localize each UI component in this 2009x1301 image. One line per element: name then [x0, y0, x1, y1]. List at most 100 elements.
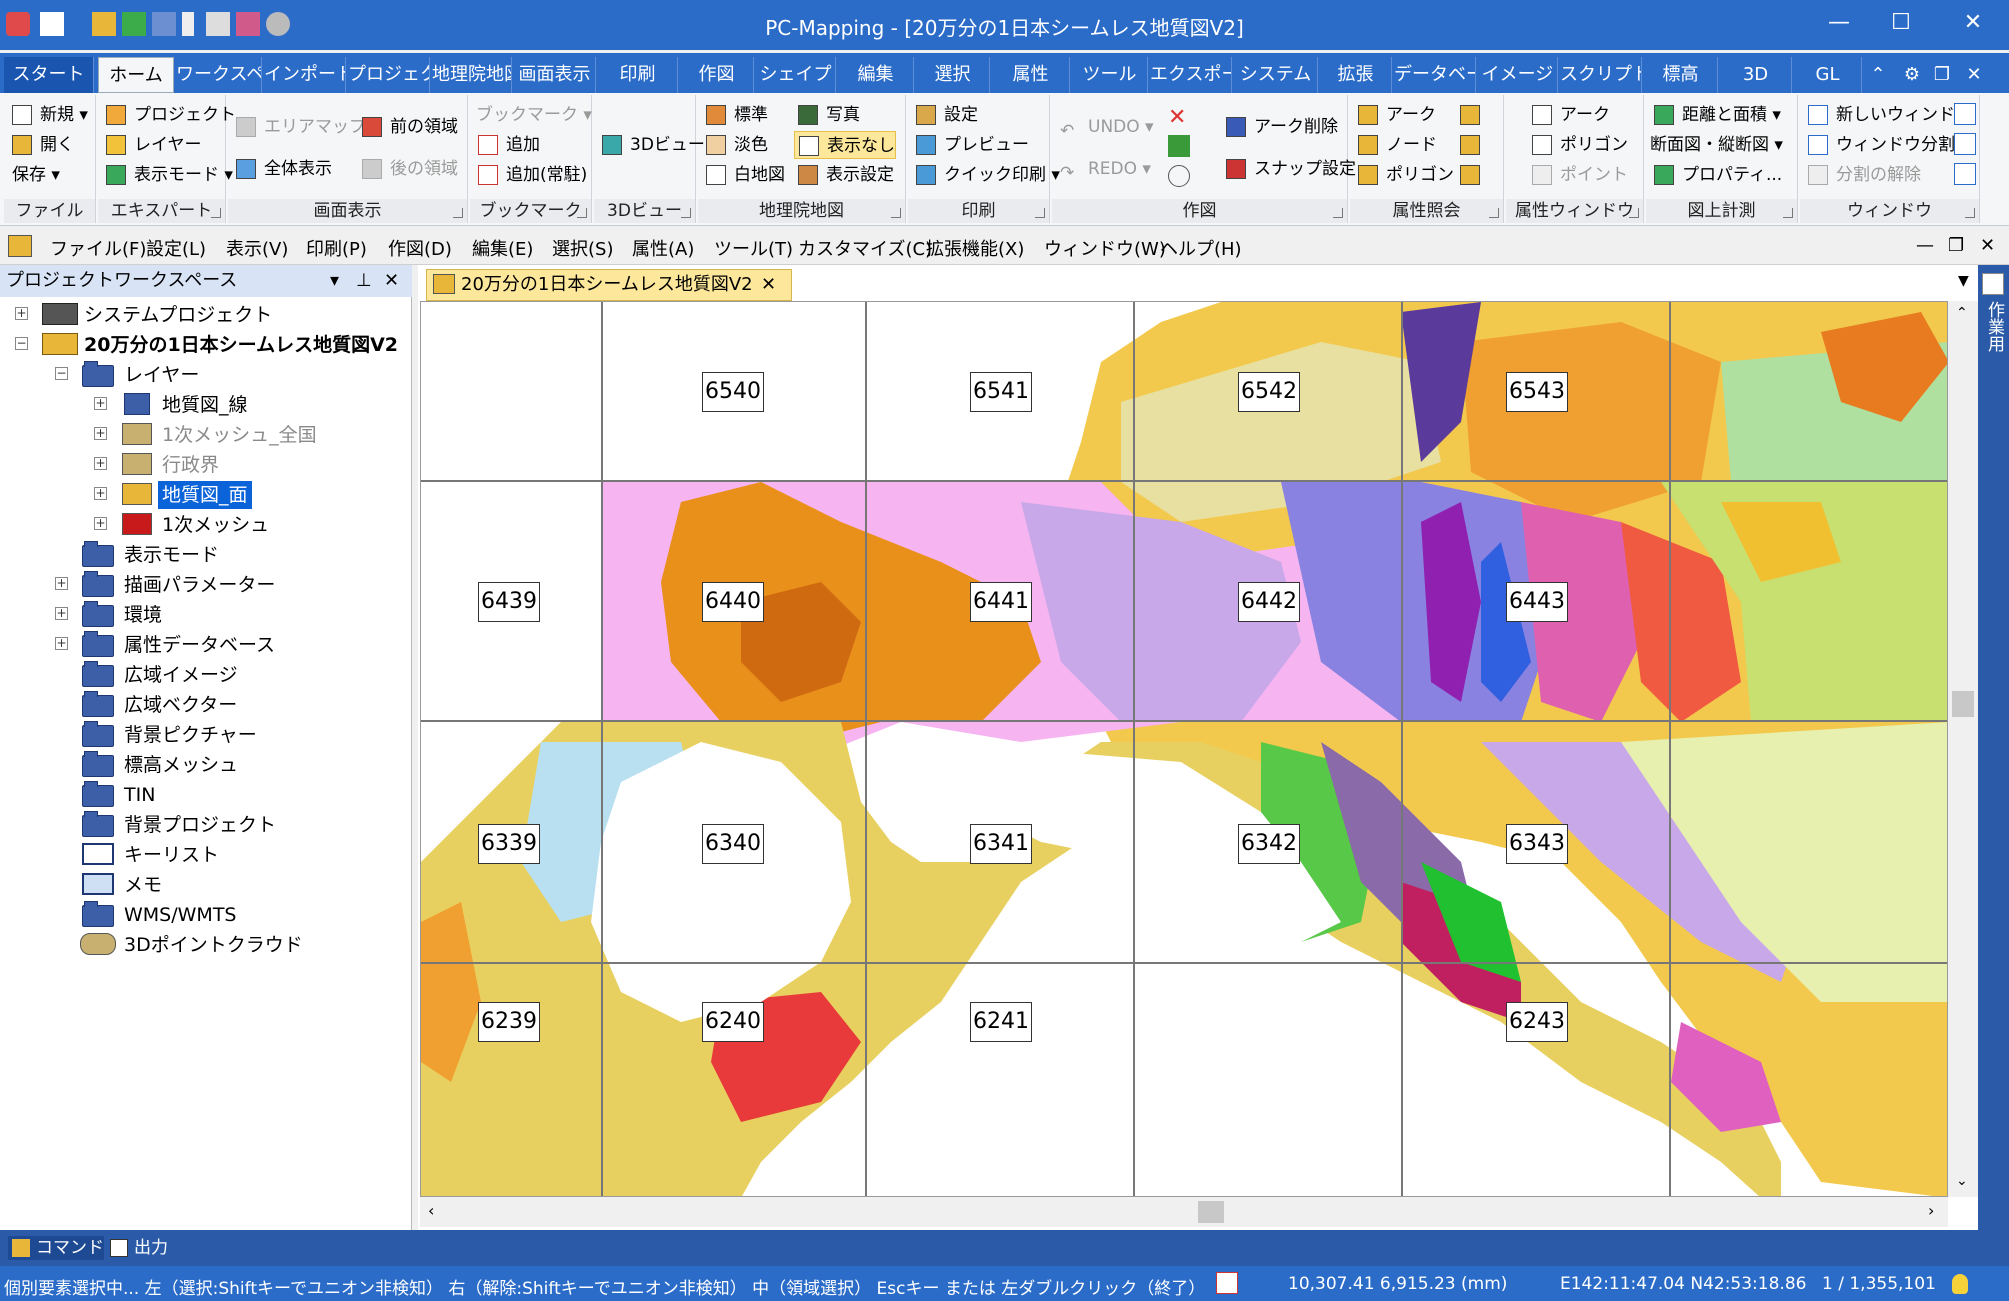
tab-tools[interactable]: ツール: [1072, 57, 1148, 93]
output-tab[interactable]: 出力: [106, 1236, 168, 1260]
scroll-right-icon[interactable]: ›: [1928, 1201, 1934, 1220]
menu-draw[interactable]: 作図(D): [388, 235, 452, 261]
tree-expand-icon[interactable]: +: [55, 637, 68, 650]
project-button[interactable]: プロジェクト: [102, 101, 236, 129]
document-tab-close-icon[interactable]: ✕: [761, 270, 776, 300]
minimize-button[interactable]: —: [1808, 0, 1870, 46]
tree-memo[interactable]: メモ: [124, 871, 162, 899]
tree-collapse-icon[interactable]: −: [55, 367, 68, 380]
tab-view[interactable]: 画面表示: [514, 57, 596, 93]
tab-database[interactable]: データベース: [1394, 57, 1476, 93]
maximize-button[interactable]: ☐: [1870, 0, 1932, 46]
gsi-blank-button[interactable]: 白地図: [702, 161, 785, 189]
unsplit-window-button[interactable]: 分割の解除: [1804, 161, 1921, 189]
menu-tools[interactable]: ツール(T): [714, 235, 793, 261]
attrwin-point-button[interactable]: ポイント: [1528, 161, 1628, 189]
tab-select[interactable]: 選択: [916, 57, 990, 93]
tab-extension[interactable]: 拡張: [1320, 57, 1392, 93]
tab-home[interactable]: ホーム: [98, 57, 174, 93]
property-button[interactable]: プロパティ...: [1650, 161, 1782, 189]
tree-key-list[interactable]: キーリスト: [124, 841, 219, 869]
print-setup-button[interactable]: 設定: [912, 101, 978, 129]
tab-project[interactable]: プロジェクト: [348, 57, 430, 93]
add-bookmark-button[interactable]: 追加: [474, 131, 540, 159]
menu-view[interactable]: 表示(V): [226, 235, 288, 261]
undo-button[interactable]: ↶ UNDO ▾: [1056, 113, 1154, 141]
tree-folder-bg-picture[interactable]: 背景ピクチャー: [124, 721, 257, 749]
tree-folder-environment[interactable]: 環境: [124, 601, 162, 629]
tree-folder-wide-vector[interactable]: 広域ベクター: [124, 691, 237, 719]
gsi-photo-button[interactable]: 写真: [794, 101, 860, 129]
tab-3d[interactable]: 3D: [1720, 57, 1792, 93]
scroll-down-icon[interactable]: ⌄: [1956, 1173, 1968, 1189]
arc-delete-button[interactable]: アーク削除: [1222, 113, 1338, 141]
gsi-none-button[interactable]: 表示なし: [794, 131, 896, 159]
tree-expand-icon[interactable]: +: [94, 457, 107, 470]
query-list-icon[interactable]: [1460, 135, 1480, 155]
document-tab[interactable]: 20万分の1日本シームレス地質図V2 ✕: [426, 269, 792, 301]
tab-start[interactable]: スタート: [4, 57, 94, 93]
scroll-left-icon[interactable]: ‹: [428, 1201, 434, 1220]
panel-close-icon[interactable]: ✕: [384, 265, 399, 297]
tab-edit[interactable]: 編集: [838, 57, 914, 93]
query-arc-button[interactable]: アーク: [1354, 101, 1436, 129]
tab-attribute[interactable]: 属性: [992, 57, 1070, 93]
point-tool-icon[interactable]: [1168, 165, 1190, 187]
tree-layer-geology-polygon[interactable]: 地質図_面: [158, 481, 252, 509]
dialog-launcher-icon[interactable]: [211, 208, 221, 218]
save-button[interactable]: 保存 ▾: [0, 161, 60, 189]
tree-folder-display-mode[interactable]: 表示モード: [124, 541, 219, 569]
tree-expand-icon[interactable]: +: [94, 427, 107, 440]
gsi-pale-button[interactable]: 淡色: [702, 131, 768, 159]
open-button[interactable]: 開く: [8, 131, 74, 159]
restore-doc-icon[interactable]: ❐: [1930, 57, 1954, 93]
dialog-launcher-icon[interactable]: [1965, 208, 1975, 218]
tree-collapse-icon[interactable]: −: [15, 337, 28, 350]
tree-folder-wide-image[interactable]: 広域イメージ: [124, 661, 238, 689]
tab-image[interactable]: イメージ: [1478, 57, 1558, 93]
query-node-button[interactable]: ノード: [1354, 131, 1437, 159]
vertical-scrollbar[interactable]: ⌃ ⌄: [1948, 301, 1978, 1197]
new-button[interactable]: 新規 ▾: [8, 101, 88, 129]
dialog-launcher-icon[interactable]: [1629, 208, 1639, 218]
tree-folder-elevation-mesh[interactable]: 標高メッシュ: [124, 751, 238, 779]
tab-list-icon[interactable]: ▼: [1958, 273, 1969, 289]
cross-section-button[interactable]: 断面図・縦断図 ▾: [1618, 131, 1783, 159]
scroll-up-icon[interactable]: ⌃: [1956, 305, 1968, 321]
menu-file[interactable]: ファイル(F): [50, 235, 146, 261]
quick-print-button[interactable]: クイック印刷 ▾: [912, 161, 1060, 189]
doc-restore-button[interactable]: ❐: [1948, 235, 1964, 256]
tree-layer-mesh[interactable]: 1次メッシュ: [162, 511, 269, 539]
lightbulb-icon[interactable]: [1952, 1274, 1968, 1294]
dialog-launcher-icon[interactable]: [453, 208, 463, 218]
tab-script[interactable]: スクリプト: [1560, 57, 1642, 93]
3dview-button[interactable]: 3Dビュー: [598, 131, 705, 159]
print-preview-button[interactable]: プレビュー: [912, 131, 1029, 159]
dialog-launcher-icon[interactable]: [891, 208, 901, 218]
tab-export[interactable]: エクスポート: [1150, 57, 1232, 93]
tab-system[interactable]: システム: [1234, 57, 1318, 93]
map-canvas[interactable]: 6540 6541 6542 6543 6439 6440 6441 6442 …: [420, 301, 1948, 1197]
tab-gsi[interactable]: 地理院地図: [432, 57, 512, 93]
tree-folder-tin[interactable]: TIN: [124, 781, 155, 809]
tab-elevation[interactable]: 標高: [1644, 57, 1718, 93]
tree-layer-admin-boundary[interactable]: 行政界: [162, 451, 219, 479]
help-icon[interactable]: ⚙: [1900, 57, 1924, 93]
collapse-ribbon-icon[interactable]: ⌃: [1868, 57, 1888, 93]
right-side-panel-tab[interactable]: 作業用: [1978, 265, 2009, 1230]
menu-attribute[interactable]: 属性(A): [632, 235, 694, 261]
tree-expand-icon[interactable]: +: [55, 577, 68, 590]
command-tab[interactable]: コマンド: [8, 1236, 104, 1260]
tree-folder-bg-project[interactable]: 背景プロジェクト: [124, 811, 276, 839]
tree-expand-icon[interactable]: +: [15, 307, 28, 320]
layer-button[interactable]: レイヤー: [102, 131, 202, 159]
tree-project[interactable]: 20万分の1日本シームレス地質図V2: [84, 331, 398, 359]
close-button[interactable]: ✕: [1942, 0, 2004, 46]
tree-expand-icon[interactable]: +: [94, 397, 107, 410]
redo-button[interactable]: ↷ REDO ▾: [1056, 155, 1151, 183]
doc-minimize-button[interactable]: —: [1916, 235, 1934, 256]
menu-help[interactable]: ヘルプ(H): [1160, 235, 1242, 261]
menu-customize[interactable]: カスタマイズ(C): [798, 235, 932, 261]
query-polygon-button[interactable]: ポリゴン: [1354, 161, 1454, 189]
horizontal-scroll-thumb[interactable]: [1198, 1201, 1224, 1223]
